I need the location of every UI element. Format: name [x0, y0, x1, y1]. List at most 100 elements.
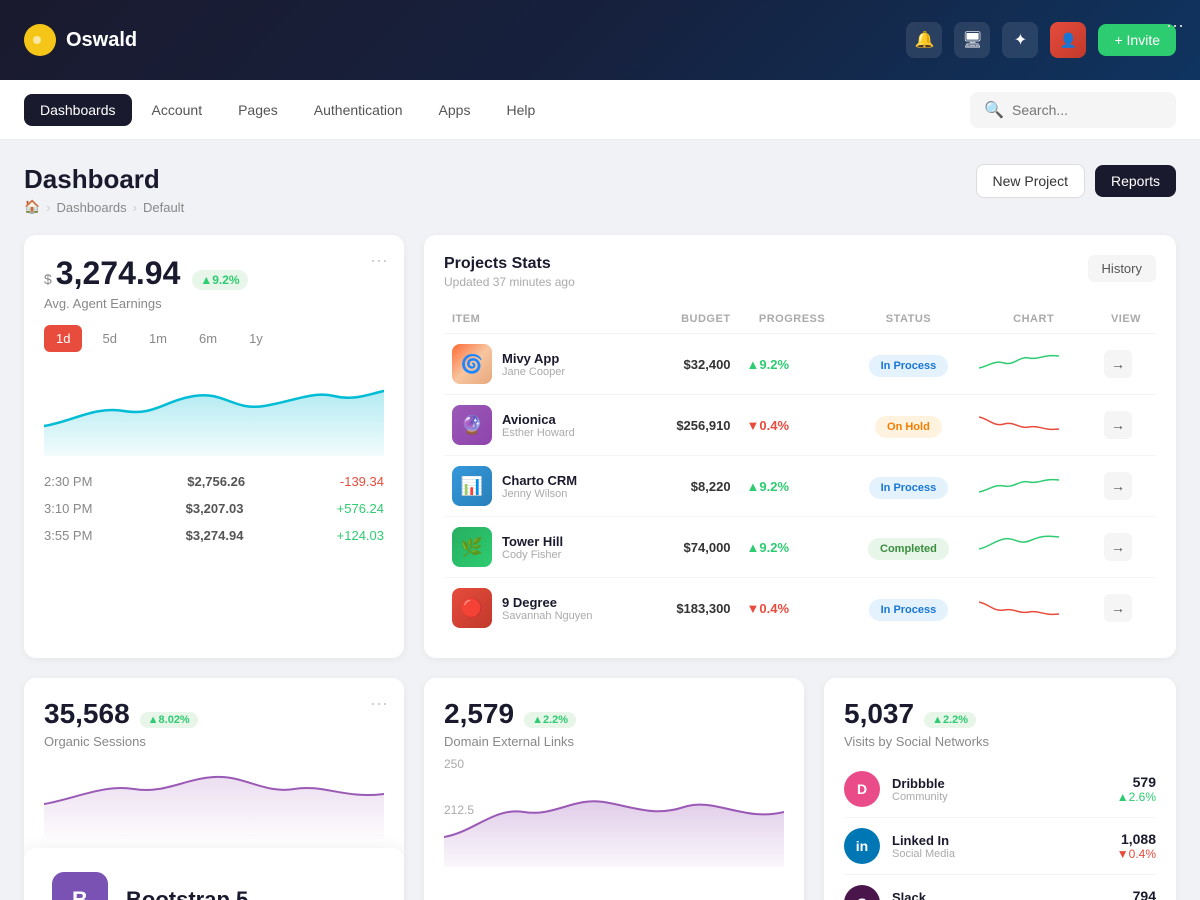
- table-row: 🌀 Mivy App Jane Cooper $32,400 ▲9.2% In …: [444, 334, 1156, 395]
- home-icon: 🏠: [24, 199, 40, 215]
- view-btn-9degree[interactable]: →: [1104, 594, 1132, 622]
- earnings-label: Avg. Agent Earnings: [44, 296, 384, 311]
- nav-bar: Dashboards Account Pages Authentication …: [0, 80, 1200, 140]
- data-row-1: 2:30 PM $2,756.26 -139.34: [44, 468, 384, 495]
- nav-item-help[interactable]: Help: [490, 94, 551, 126]
- projects-header: Projects Stats Updated 37 minutes ago Hi…: [444, 255, 1156, 289]
- nav-item-dashboards[interactable]: Dashboards: [24, 94, 132, 126]
- project-thumb-tower: 🌿: [452, 527, 492, 567]
- time-btn-1y[interactable]: 1y: [237, 325, 275, 352]
- slack-icon: S: [844, 885, 880, 900]
- time-btn-1d[interactable]: 1d: [44, 325, 82, 352]
- col-view: VIEW: [1096, 305, 1156, 334]
- social-networks-card: ⋯ 5,037 ▲2.2% Visits by Social Networks …: [824, 678, 1176, 900]
- chart-data: 2:30 PM $2,756.26 -139.34 3:10 PM $3,207…: [44, 468, 384, 549]
- new-project-button[interactable]: New Project: [976, 164, 1085, 198]
- project-item-avionica: 🔮 Avionica Esther Howard: [452, 405, 639, 445]
- view-btn-charto[interactable]: →: [1104, 472, 1132, 500]
- domain-links-card: ⋯ 2,579 ▲2.2% Domain External Links 250 …: [424, 678, 804, 900]
- sparkline-avionica: [979, 409, 1059, 439]
- project-thumb-avionica: 🔮: [452, 405, 492, 445]
- organic-card-menu[interactable]: ⋯: [370, 694, 388, 715]
- project-item-9degree: 🔴 9 Degree Savannah Nguyen: [452, 588, 639, 628]
- history-button[interactable]: History: [1088, 255, 1156, 282]
- share-icon[interactable]: ✦: [1002, 22, 1038, 58]
- bottom-row: ⋯ 35,568 ▲8.02% Organic Sessions: [24, 678, 1176, 900]
- time-filters: 1d 5d 1m 6m 1y: [44, 325, 384, 352]
- project-thumb-9degree: 🔴: [452, 588, 492, 628]
- projects-title: Projects Stats: [444, 255, 575, 273]
- time-btn-5d[interactable]: 5d: [90, 325, 128, 352]
- sparkline-tower: [979, 531, 1059, 561]
- view-btn-tower[interactable]: →: [1104, 533, 1132, 561]
- notifications-icon[interactable]: 🔔: [906, 22, 942, 58]
- social-item-dribbble: D Dribbble Community 579 ▲2.6%: [844, 761, 1156, 818]
- page-header-actions: New Project Reports: [976, 164, 1177, 198]
- status-badge: In Process: [869, 355, 949, 377]
- social-label: Visits by Social Networks: [844, 734, 1156, 749]
- organic-badge: ▲8.02%: [140, 712, 198, 728]
- view-btn-mivy[interactable]: →: [1104, 350, 1132, 378]
- bootstrap-overlay: B Bootstrap 5: [24, 848, 404, 900]
- status-badge: In Process: [869, 477, 949, 499]
- data-row-3: 3:55 PM $3,274.94 +124.03: [44, 522, 384, 549]
- earnings-card: ⋯ $ 3,274.94 ▲9.2% Avg. Agent Earnings 1…: [24, 235, 404, 658]
- search-bar: 🔍: [970, 92, 1176, 128]
- col-item: ITEM: [444, 305, 647, 334]
- domain-chart: [444, 767, 784, 847]
- search-input[interactable]: [1012, 102, 1162, 118]
- top-header: Oswald 🔔 🖥 ✦ 👤 + Invite: [0, 0, 1200, 80]
- social-badge: ▲2.2%: [924, 712, 976, 728]
- social-number: 5,037: [844, 698, 914, 730]
- bootstrap-title: Bootstrap 5: [126, 887, 248, 900]
- time-btn-1m[interactable]: 1m: [137, 325, 179, 352]
- main-content: Dashboard 🏠 › Dashboards › Default New P…: [0, 140, 1200, 900]
- time-btn-6m[interactable]: 6m: [187, 325, 229, 352]
- status-badge: In Process: [869, 599, 949, 621]
- page-header: Dashboard 🏠 › Dashboards › Default New P…: [24, 164, 1176, 215]
- logo-text: Oswald: [66, 29, 137, 52]
- dribbble-icon: D: [844, 771, 880, 807]
- domain-label: Domain External Links: [444, 734, 784, 749]
- table-row: 🔮 Avionica Esther Howard $256,910 ▼0.4% …: [444, 395, 1156, 456]
- cards-row-1: ⋯ $ 3,274.94 ▲9.2% Avg. Agent Earnings 1…: [24, 235, 1176, 658]
- organic-chart: [44, 759, 384, 839]
- projects-card: Projects Stats Updated 37 minutes ago Hi…: [424, 235, 1176, 658]
- earnings-badge: ▲9.2%: [192, 270, 247, 290]
- col-budget: BUDGET: [647, 305, 738, 334]
- sparkline-9degree: [979, 592, 1059, 622]
- logo-area: Oswald: [24, 24, 906, 56]
- invite-button[interactable]: + Invite: [1098, 24, 1176, 56]
- projects-updated: Updated 37 minutes ago: [444, 275, 575, 289]
- col-status: STATUS: [846, 305, 972, 334]
- nav-item-pages[interactable]: Pages: [222, 94, 294, 126]
- nav-item-apps[interactable]: Apps: [423, 94, 487, 126]
- social-item-slack: S Slack Community 794 ▲0.2%: [844, 875, 1156, 900]
- table-row: 📊 Charto CRM Jenny Wilson $8,220 ▲9.2% I…: [444, 456, 1156, 517]
- header-actions: 🔔 🖥 ✦ 👤 + Invite: [906, 22, 1176, 58]
- currency-symbol: $: [44, 271, 52, 287]
- reports-button[interactable]: Reports: [1095, 165, 1176, 197]
- project-item-tower: 🌿 Tower Hill Cody Fisher: [452, 527, 639, 567]
- sparkline-charto: [979, 470, 1059, 500]
- view-btn-avionica[interactable]: →: [1104, 411, 1132, 439]
- organic-number: 35,568: [44, 698, 130, 730]
- col-chart: CHART: [971, 305, 1096, 334]
- nav-item-authentication[interactable]: Authentication: [298, 94, 419, 126]
- linkedin-icon: in: [844, 828, 880, 864]
- social-item-linkedin: in Linked In Social Media 1,088 ▼0.4%: [844, 818, 1156, 875]
- nav-item-account[interactable]: Account: [136, 94, 219, 126]
- col-progress: PROGRESS: [739, 305, 846, 334]
- status-badge: On Hold: [875, 416, 942, 438]
- table-row: 🔴 9 Degree Savannah Nguyen $183,300 ▼0.4…: [444, 578, 1156, 639]
- domain-number: 2,579: [444, 698, 514, 730]
- bootstrap-icon: B: [52, 872, 108, 900]
- avatar[interactable]: 👤: [1050, 22, 1086, 58]
- breadcrumb: 🏠 › Dashboards › Default: [24, 199, 184, 215]
- project-thumb-charto: 📊: [452, 466, 492, 506]
- card-menu-icon[interactable]: ⋯: [370, 251, 388, 272]
- social-items: D Dribbble Community 579 ▲2.6% in: [844, 761, 1156, 900]
- organic-label: Organic Sessions: [44, 734, 384, 749]
- domain-badge: ▲2.2%: [524, 712, 576, 728]
- monitor-icon[interactable]: 🖥: [954, 22, 990, 58]
